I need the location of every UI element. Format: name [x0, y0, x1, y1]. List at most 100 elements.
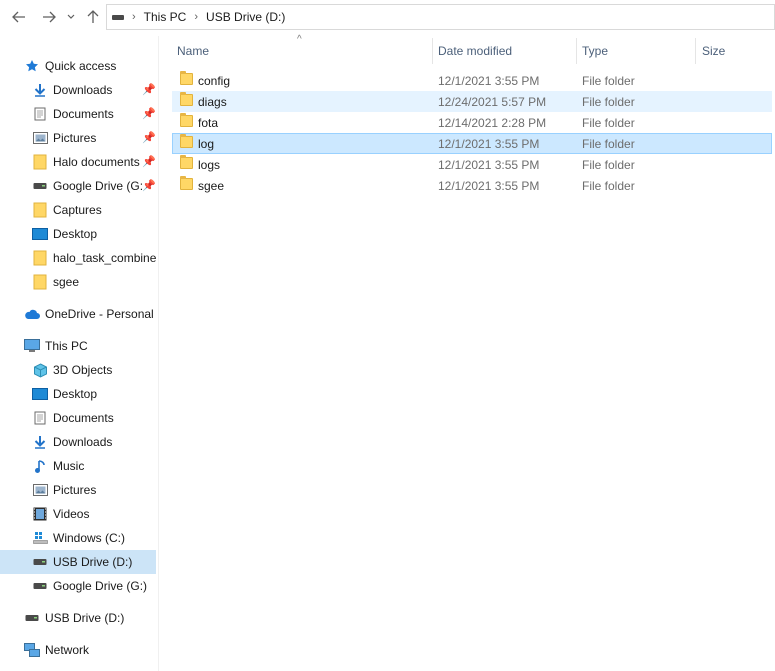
folder-icon: [180, 92, 193, 106]
sidebar-item-label: Documents: [53, 411, 114, 425]
sidebar-item-google-drive[interactable]: Google Drive (G:): [0, 574, 156, 598]
sidebar-item-downloads[interactable]: Downloads 📌: [0, 78, 156, 102]
document-icon: [32, 106, 48, 122]
sidebar-item-usb-drive[interactable]: USB Drive (D:): [0, 550, 156, 574]
sidebar-item-pictures[interactable]: Pictures 📌: [0, 126, 156, 150]
chevron-right-icon: ›: [132, 11, 136, 23]
pane-divider[interactable]: [158, 36, 159, 671]
back-button[interactable]: [8, 6, 30, 28]
file-row[interactable]: sgee 12/1/2021 3:55 PM File folder: [172, 175, 772, 196]
sidebar-item-this-pc[interactable]: This PC: [0, 334, 156, 358]
file-row[interactable]: fota 12/14/2021 2:28 PM File folder: [172, 112, 772, 133]
drive-icon: [112, 14, 124, 20]
arrow-right-icon: [43, 11, 56, 23]
network-icon: [24, 642, 40, 658]
sidebar-item-label: 3D Objects: [53, 363, 113, 377]
file-date-modified: 12/1/2021 3:55 PM: [438, 136, 540, 151]
sidebar-item-videos[interactable]: Videos: [0, 502, 156, 526]
file-name: diags: [198, 94, 227, 109]
download-arrow-icon: [32, 434, 48, 450]
sidebar-item-label: Quick access: [45, 59, 117, 73]
file-name: logs: [198, 157, 221, 172]
column-header-name[interactable]: Name: [177, 36, 209, 66]
pin-icon[interactable]: 📌: [142, 83, 156, 96]
sidebar-item-label: Videos: [53, 507, 90, 521]
breadcrumb-usb-drive[interactable]: USB Drive (D:): [206, 5, 285, 29]
sidebar-item-label: Captures: [53, 203, 102, 217]
column-divider[interactable]: [432, 38, 433, 64]
star-icon: [24, 58, 40, 74]
sidebar-item-quick-access[interactable]: Quick access: [0, 54, 156, 78]
pin-icon[interactable]: 📌: [142, 131, 156, 144]
sidebar-item-captures[interactable]: Captures: [0, 198, 156, 222]
file-row[interactable]: config 12/1/2021 3:55 PM File folder: [172, 70, 772, 91]
file-type: File folder: [582, 157, 635, 172]
file-row[interactable]: log 12/1/2021 3:55 PM File folder: [172, 133, 772, 154]
folder-icon: [180, 113, 193, 127]
document-icon: [32, 410, 48, 426]
pin-icon[interactable]: 📌: [142, 179, 156, 192]
column-divider[interactable]: [695, 38, 696, 64]
sidebar-item-3d-objects[interactable]: 3D Objects: [0, 358, 156, 382]
sidebar-item-downloads-pc[interactable]: Downloads: [0, 430, 156, 454]
chevron-right-icon: ›: [194, 11, 199, 23]
sidebar-item-sgee[interactable]: sgee: [0, 270, 156, 294]
download-arrow-icon: [32, 82, 48, 98]
column-divider[interactable]: [576, 38, 577, 64]
file-name: log: [198, 136, 215, 151]
arrow-up-icon: [87, 10, 99, 23]
windows-drive-icon: [32, 530, 48, 546]
navigation-bar: › This PC › USB Drive (D:): [0, 0, 775, 36]
cloud-icon: [24, 306, 40, 322]
up-button[interactable]: [84, 6, 102, 28]
folder-icon: [180, 155, 193, 169]
sidebar-item-google-drive-quick[interactable]: Google Drive (G: 📌: [0, 174, 156, 198]
sidebar-item-label: Windows (C:): [53, 531, 126, 545]
navigation-pane: Quick access Downloads 📌 Documents 📌 Pic…: [0, 36, 158, 671]
breadcrumb-this-pc[interactable]: This PC: [144, 5, 187, 29]
recent-locations-button[interactable]: [64, 6, 78, 28]
sidebar-item-halo-task-combined[interactable]: halo_task_combined: [0, 246, 156, 270]
column-header-type[interactable]: Type: [582, 36, 608, 66]
pin-icon[interactable]: 📌: [142, 155, 156, 168]
drive-icon: [32, 178, 48, 194]
address-bar[interactable]: › This PC › USB Drive (D:): [106, 4, 775, 30]
sidebar-item-onedrive[interactable]: OneDrive - Personal: [0, 302, 156, 326]
forward-button[interactable]: [38, 6, 60, 28]
sidebar-item-label: USB Drive (D:): [53, 555, 133, 569]
file-row[interactable]: logs 12/1/2021 3:55 PM File folder: [172, 154, 772, 175]
sidebar-item-documents[interactable]: Documents 📌: [0, 102, 156, 126]
file-type: File folder: [582, 73, 635, 88]
sidebar-item-label: Google Drive (G:: [53, 179, 144, 193]
sidebar-item-label: Downloads: [53, 435, 113, 449]
file-date-modified: 12/24/2021 5:57 PM: [438, 94, 547, 109]
column-header-size[interactable]: Size: [702, 36, 725, 66]
sidebar-item-label: sgee: [53, 275, 80, 289]
sidebar-item-documents-pc[interactable]: Documents: [0, 406, 156, 430]
sidebar-item-desktop-quick[interactable]: Desktop: [0, 222, 156, 246]
column-header-date-modified[interactable]: Date modified: [438, 36, 512, 66]
sidebar-item-label: Pictures: [53, 483, 97, 497]
sidebar-item-label: This PC: [45, 339, 88, 353]
sidebar-item-label: Google Drive (G:): [53, 579, 148, 593]
sidebar-item-windows-c[interactable]: Windows (C:): [0, 526, 156, 550]
sidebar-item-label: halo_task_combined: [53, 251, 156, 265]
sidebar-item-network[interactable]: Network: [0, 638, 156, 662]
folder-icon: [32, 154, 48, 170]
sidebar-item-label: Desktop: [53, 227, 98, 241]
pin-icon[interactable]: 📌: [142, 107, 156, 120]
sidebar-item-pictures-pc[interactable]: Pictures: [0, 478, 156, 502]
file-row[interactable]: diags 12/24/2021 5:57 PM File folder: [172, 91, 772, 112]
sidebar-item-halo-documents[interactable]: Halo documents 📌: [0, 150, 156, 174]
sidebar-item-music[interactable]: Music: [0, 454, 156, 478]
sidebar-item-label: Documents: [53, 107, 114, 121]
pictures-icon: [32, 482, 48, 498]
file-date-modified: 12/1/2021 3:55 PM: [438, 178, 540, 193]
sidebar-item-desktop[interactable]: Desktop: [0, 382, 156, 406]
sidebar-item-usb-drive-root[interactable]: USB Drive (D:): [0, 606, 156, 630]
sidebar-item-label: OneDrive - Personal: [45, 307, 154, 321]
file-date-modified: 12/1/2021 3:55 PM: [438, 157, 540, 172]
folder-icon: [32, 202, 48, 218]
3d-objects-icon: [32, 362, 48, 378]
sidebar-item-label: USB Drive (D:): [45, 611, 125, 625]
